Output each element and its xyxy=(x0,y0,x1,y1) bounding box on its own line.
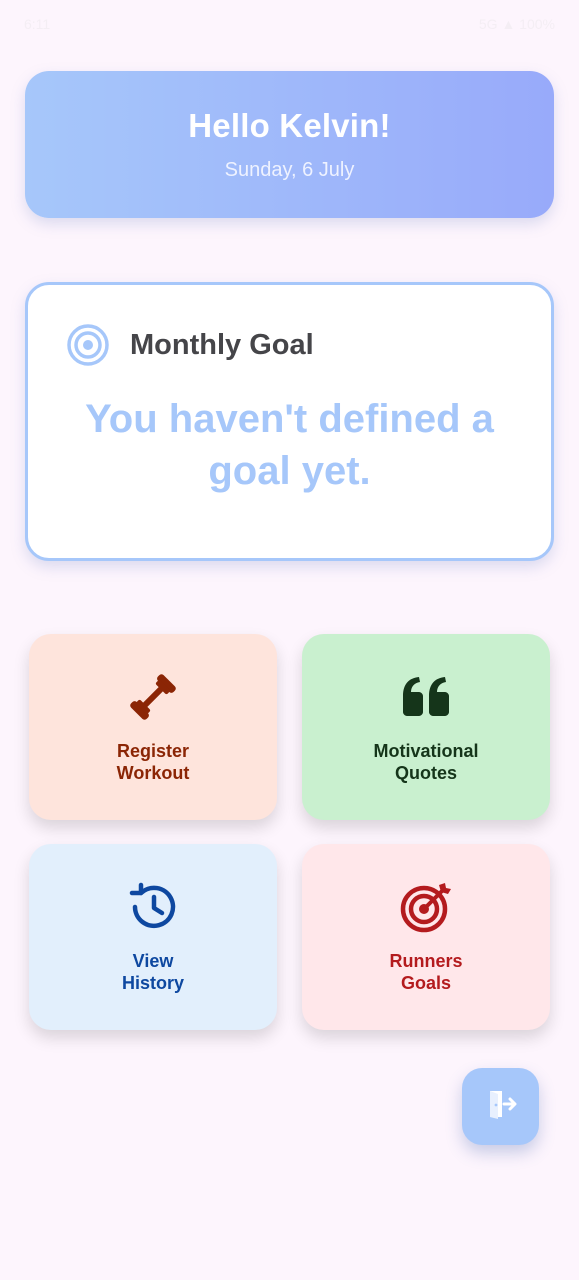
logout-icon xyxy=(484,1087,518,1126)
view-history-button[interactable]: View History xyxy=(29,844,277,1030)
register-workout-label: Register Workout xyxy=(116,741,190,783)
quote-icon xyxy=(399,670,453,724)
motivational-quotes-button[interactable]: Motivational Quotes xyxy=(302,634,550,820)
register-workout-button[interactable]: Register Workout xyxy=(29,634,277,820)
current-date: Sunday, 6 July xyxy=(224,159,355,181)
greeting-title: Hello Kelvin! xyxy=(188,107,391,144)
status-bar: 6:11 5G ▲ 100% xyxy=(0,0,579,48)
motivational-quotes-label: Motivational Quotes xyxy=(373,741,479,783)
home-screen: 6:11 5G ▲ 100% Hello Kelvin! Sunday, 6 J… xyxy=(0,0,579,1280)
goal-card-header: Monthly Goal xyxy=(66,323,314,367)
status-time: 6:11 xyxy=(24,16,51,32)
runners-goals-button[interactable]: Runners Goals xyxy=(302,844,550,1030)
target-icon xyxy=(66,323,110,367)
monthly-goal-card[interactable]: Monthly Goal You haven't defined a goal … xyxy=(25,282,554,561)
goal-empty-message: You haven't defined a goal yet. xyxy=(85,397,494,493)
logout-button[interactable] xyxy=(462,1068,539,1145)
bullseye-icon xyxy=(399,880,453,934)
goal-title: Monthly Goal xyxy=(130,328,314,361)
greeting-header: Hello Kelvin! Sunday, 6 July xyxy=(25,71,554,218)
status-indicators: 5G ▲ 100% xyxy=(478,16,555,32)
runners-goals-label: Runners Goals xyxy=(389,951,463,993)
view-history-label: View History xyxy=(121,951,184,993)
dumbbell-icon xyxy=(126,670,180,724)
history-icon xyxy=(126,880,180,934)
